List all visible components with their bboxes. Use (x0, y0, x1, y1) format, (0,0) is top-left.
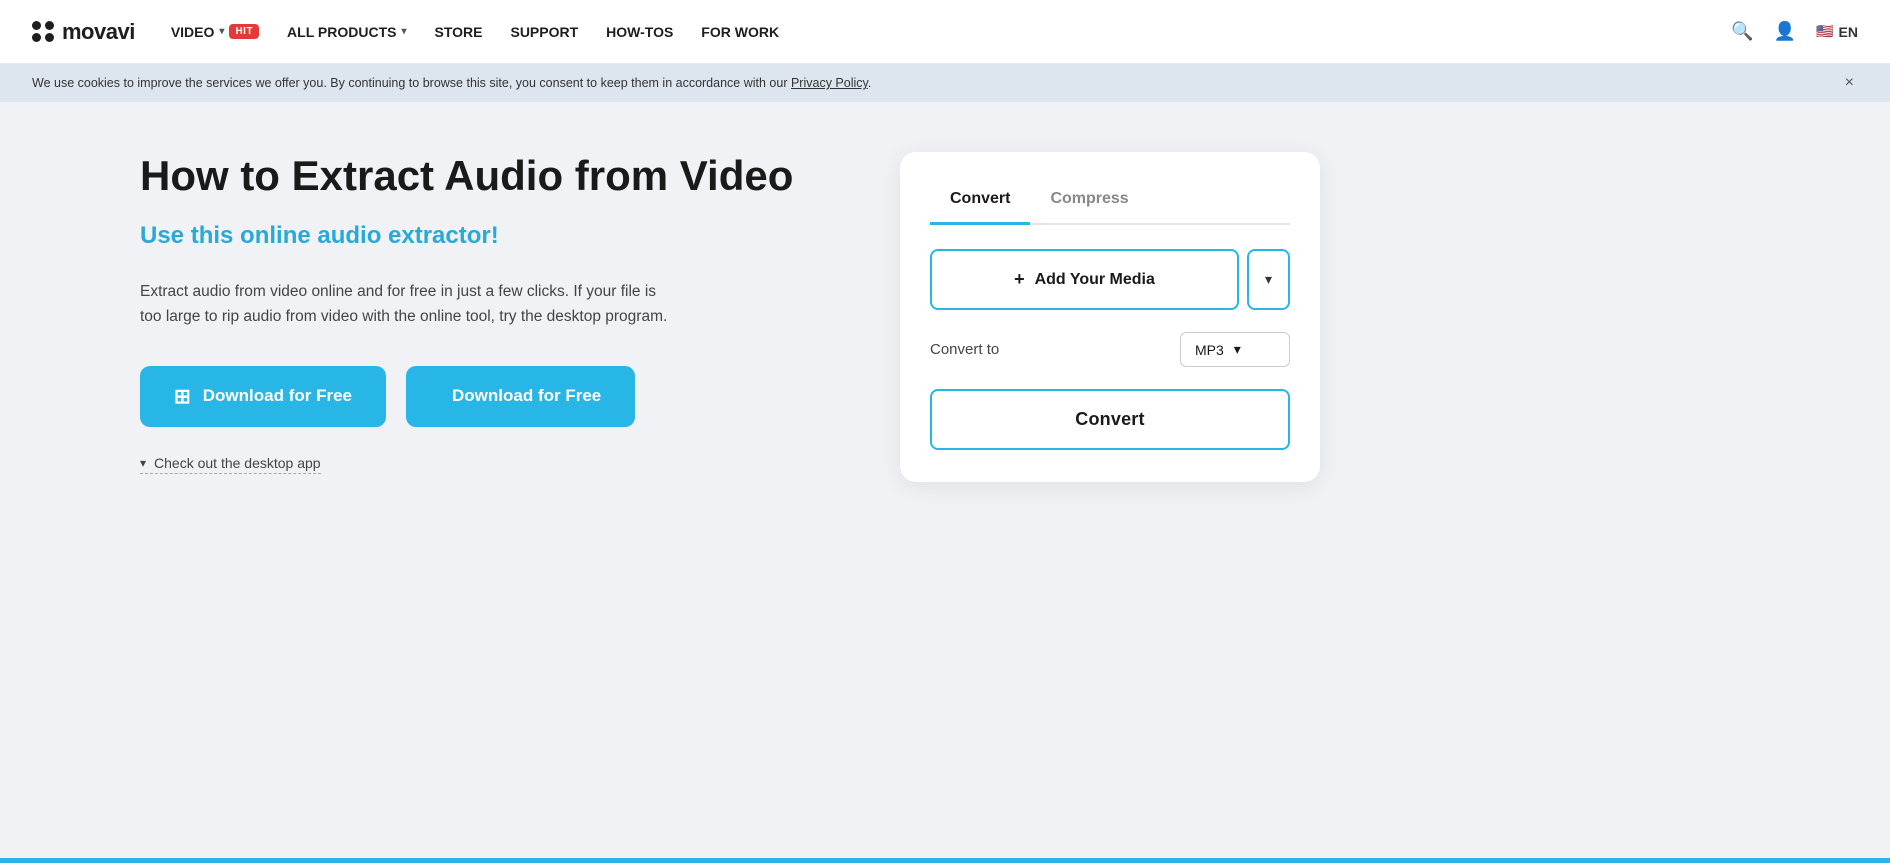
convert-to-row: Convert to MP3 ▾ (930, 332, 1290, 367)
converter-card: Convert Compress + Add Your Media ▾ Conv… (900, 152, 1320, 482)
nav-item-for-work[interactable]: FOR WORK (701, 24, 779, 40)
format-selected-value: MP3 (1195, 342, 1224, 358)
format-select[interactable]: MP3 ▾ (1180, 332, 1290, 367)
main-nav: VIDEO ▾ HIT ALL PRODUCTS ▾ STORE SUPPORT… (171, 24, 1731, 40)
convert-button[interactable]: Convert (930, 389, 1290, 450)
page-description: Extract audio from video online and for … (140, 280, 680, 330)
page-subtitle: Use this online audio extractor! (140, 222, 820, 250)
nav-item-store[interactable]: STORE (435, 24, 483, 40)
left-section: How to Extract Audio from Video Use this… (140, 152, 820, 474)
download-windows-button[interactable]: ⊞ Download for Free (140, 366, 386, 427)
nav-item-all-products[interactable]: ALL PRODUCTS ▾ (287, 24, 406, 40)
logo-text: movavi (62, 19, 135, 45)
nav-item-how-tos[interactable]: HOW-TOS (606, 24, 673, 40)
language-label: EN (1839, 24, 1858, 40)
tab-compress[interactable]: Compress (1030, 180, 1148, 225)
chevron-down-icon: ▾ (219, 26, 224, 37)
bottom-bar (0, 858, 1890, 863)
logo-icon (32, 21, 54, 43)
download-mac-button[interactable]: Download for Free (406, 366, 635, 427)
cookie-close-button[interactable]: × (1841, 74, 1858, 92)
convert-to-label: Convert to (930, 341, 999, 358)
windows-icon: ⊞ (174, 384, 191, 409)
desktop-app-link[interactable]: ▾ Check out the desktop app (140, 455, 321, 474)
privacy-policy-link[interactable]: Privacy Policy (791, 76, 868, 90)
header: movavi VIDEO ▾ HIT ALL PRODUCTS ▾ STORE … (0, 0, 1890, 64)
add-media-button[interactable]: + Add Your Media (930, 249, 1239, 310)
chevron-down-icon: ▾ (1234, 341, 1241, 358)
header-right: 🔍 👤 🇺🇸 EN (1731, 21, 1858, 42)
language-selector[interactable]: 🇺🇸 EN (1816, 23, 1858, 40)
tab-convert[interactable]: Convert (930, 180, 1030, 225)
add-media-dropdown-button[interactable]: ▾ (1247, 249, 1290, 310)
nav-item-support[interactable]: SUPPORT (510, 24, 578, 40)
plus-icon: + (1014, 269, 1025, 290)
chevron-down-icon: ▾ (401, 26, 406, 37)
card-tabs: Convert Compress (930, 180, 1290, 225)
main-content: How to Extract Audio from Video Use this… (0, 102, 1400, 542)
nav-item-video[interactable]: VIDEO ▾ HIT (171, 24, 259, 40)
logo[interactable]: movavi (32, 19, 135, 45)
download-buttons: ⊞ Download for Free Download for Free (140, 366, 820, 427)
flag-icon: 🇺🇸 (1816, 23, 1833, 40)
login-icon[interactable]: 👤 (1774, 21, 1796, 42)
page-title: How to Extract Audio from Video (140, 152, 820, 200)
cookie-text: We use cookies to improve the services w… (32, 76, 871, 90)
add-media-row: + Add Your Media ▾ (930, 249, 1290, 310)
chevron-down-icon: ▾ (140, 456, 146, 470)
cookie-banner: We use cookies to improve the services w… (0, 64, 1890, 102)
search-icon[interactable]: 🔍 (1731, 21, 1753, 42)
chevron-down-icon: ▾ (1265, 271, 1272, 288)
